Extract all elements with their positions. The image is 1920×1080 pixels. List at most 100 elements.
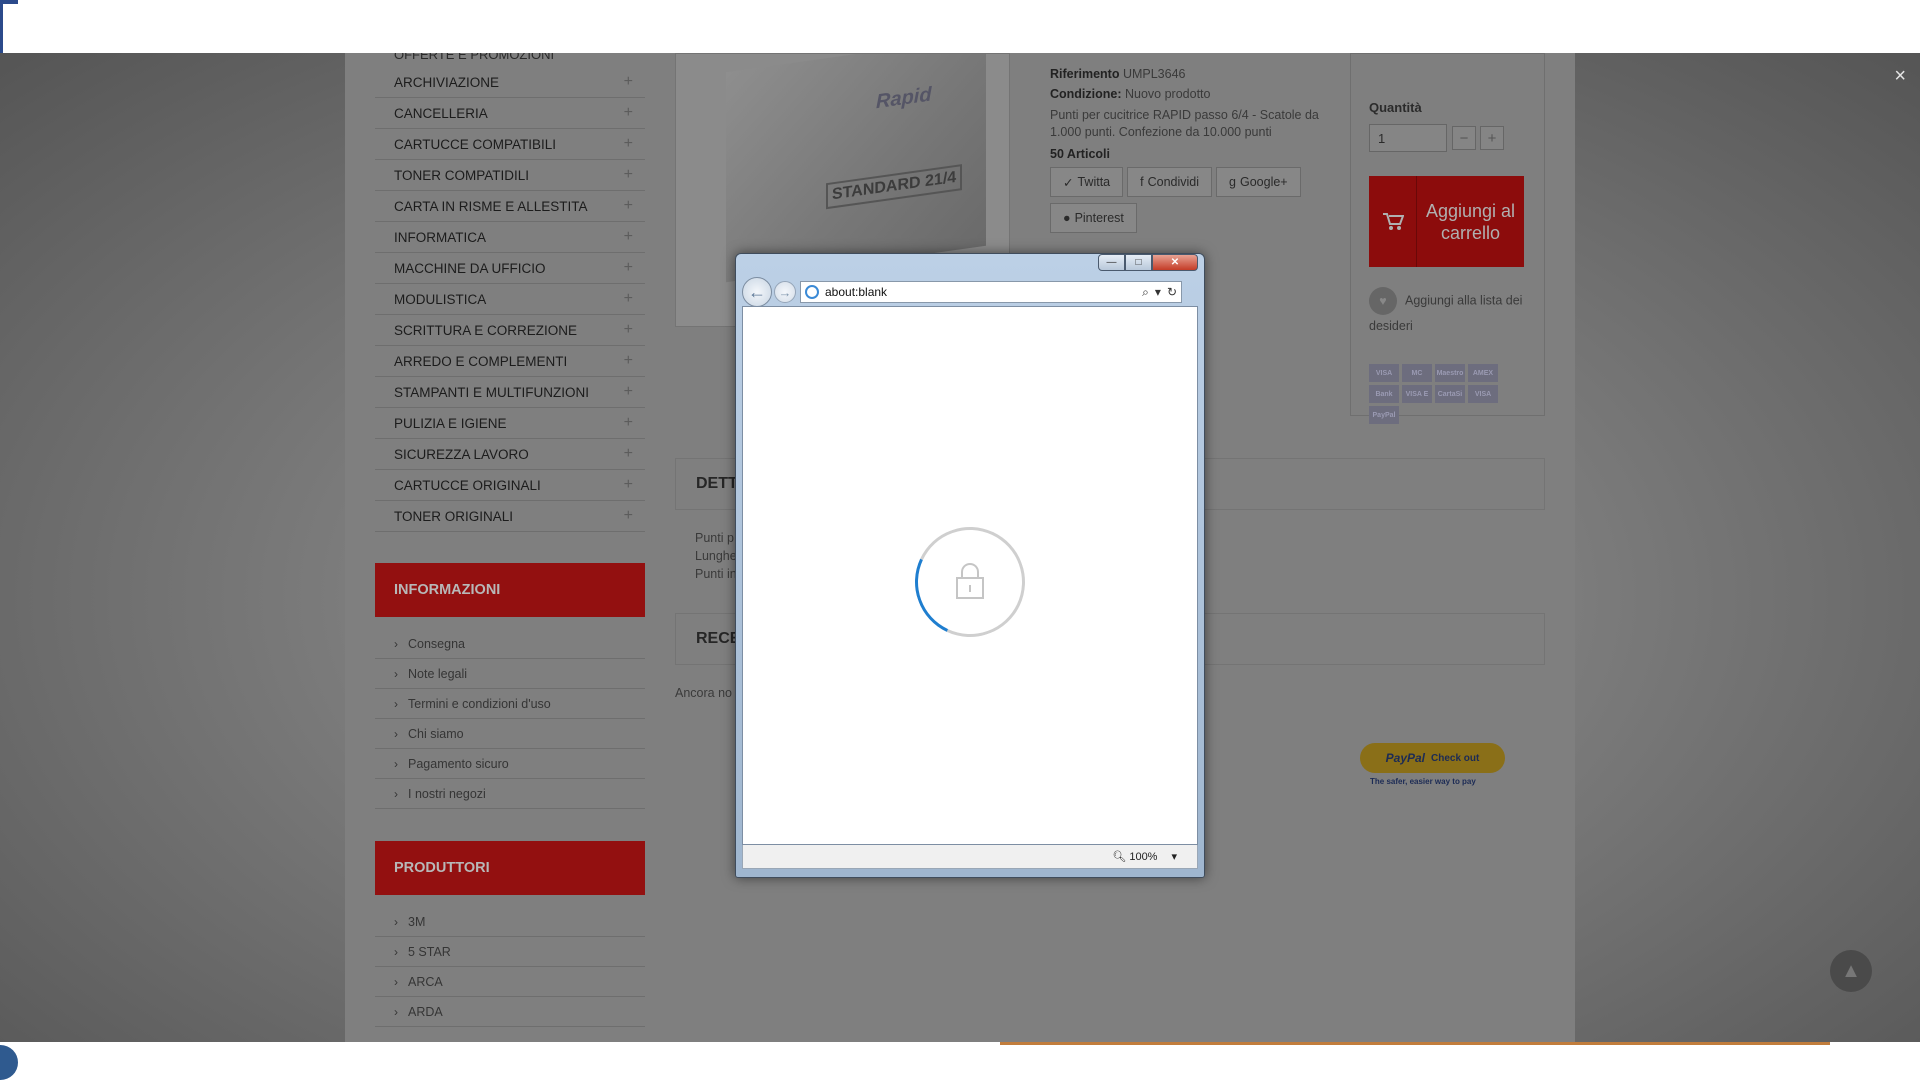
menu-item[interactable]: CARTUCCE ORIGINALI + (375, 470, 645, 501)
reviews-empty-text: Ancora no (675, 686, 732, 700)
informazioni-list: › Consegna › Note legali › Termini e condizio… (375, 629, 645, 809)
menu-item[interactable]: ARREDO E COMPLEMENTI + (375, 346, 645, 377)
expand-plus-icon[interactable]: + (624, 445, 633, 463)
menu-item[interactable]: SICUREZZA LAVORO + (375, 439, 645, 470)
expand-plus-icon[interactable]: + (624, 259, 633, 277)
zoom-level[interactable]: 🔍︎ 100% (1112, 850, 1157, 863)
details-line: Lunghe (695, 549, 737, 563)
twitter-button[interactable]: ✓ Twitta (1050, 167, 1124, 197)
dropdown-icon[interactable]: ▾ (1155, 285, 1161, 300)
maximize-button[interactable]: □ (1125, 254, 1152, 271)
informazioni-title[interactable]: INFORMAZIONI (375, 563, 645, 617)
menu-item-label: CARTUCCE ORIGINALI (394, 477, 541, 493)
close-button[interactable]: ✕ (1152, 254, 1198, 271)
pinterest-button[interactable]: ● Pinterest (1050, 203, 1137, 233)
menu-item[interactable]: ARCHIVIAZIONE + (375, 67, 645, 98)
side-link[interactable]: › ARDA (375, 997, 645, 1027)
riferimento-row: Riferimento UMPL3646 (1050, 67, 1350, 81)
page-viewport[interactable] (742, 306, 1198, 845)
navigation-bar: ← → about:blank ⌕ ▾ ↻ (742, 276, 1200, 308)
quantity-plus-button[interactable]: + (1480, 126, 1504, 150)
details-line: Punti p (695, 531, 734, 545)
paypal-checkout-button[interactable]: PayPal Check out (1360, 743, 1505, 773)
quantity-input[interactable]: 1 (1369, 124, 1447, 152)
side-link-label: I nostri negozi (408, 786, 486, 801)
facebook-button[interactable]: f Condividi (1127, 167, 1213, 197)
forward-button[interactable]: → (774, 281, 796, 303)
side-link[interactable]: › Chi siamo (375, 719, 645, 749)
menu-item[interactable]: CARTA IN RISME E ALLESTITA + (375, 191, 645, 222)
side-link-label: 3M (408, 914, 426, 929)
expand-plus-icon[interactable]: + (624, 197, 633, 215)
payment-card-icon: VISA (1468, 385, 1498, 403)
expand-plus-icon[interactable]: + (624, 383, 633, 401)
side-link[interactable]: › 5 STAR (375, 937, 645, 967)
refresh-icon[interactable]: ↻ (1167, 285, 1177, 300)
bottom-taskbar-strip (0, 1042, 1920, 1080)
search-icon[interactable]: ⌕ (1142, 285, 1149, 300)
back-button[interactable]: ← (742, 277, 772, 307)
category-menu: OFFERTE E PROMOZIONI ARCHIVIAZIONE + CANCE… (375, 53, 645, 1027)
side-link[interactable]: › ARCA (375, 967, 645, 997)
menu-item[interactable]: TONER ORIGINALI + (375, 501, 645, 532)
side-link[interactable]: › Termini e condizioni d'uso (375, 689, 645, 719)
payment-card-icon: Maestro (1435, 364, 1465, 382)
menu-item[interactable]: MODULISTICA + (375, 284, 645, 315)
expand-plus-icon[interactable]: + (624, 507, 633, 525)
menu-item[interactable]: MACCHINE DA UFFICIO + (375, 253, 645, 284)
add-to-cart-button[interactable]: Aggiungi al carrello (1369, 176, 1524, 267)
menu-item[interactable]: STAMPANTI E MULTIFUNZIONI + (375, 377, 645, 408)
expand-plus-icon[interactable]: + (624, 228, 633, 246)
side-link[interactable]: › 3M (375, 907, 645, 937)
expand-plus-icon[interactable]: + (624, 290, 633, 308)
stock-count: 50 Articoli (1050, 147, 1350, 161)
quantity-minus-button[interactable]: − (1452, 126, 1476, 150)
wishlist-link[interactable]: ♥ Aggiungi alla lista dei desideri (1369, 287, 1529, 337)
payment-card-icon: VISA (1369, 364, 1399, 382)
side-link[interactable]: › Note legali (375, 659, 645, 689)
menu-item[interactable]: SCRITTURA E CORREZIONE + (375, 315, 645, 346)
chevron-right-icon: › (394, 1004, 398, 1019)
expand-plus-icon[interactable]: + (624, 104, 633, 122)
taskbar-highlight (1000, 1042, 1830, 1045)
start-button[interactable] (0, 1045, 18, 1080)
zoom-value: 100% (1129, 851, 1158, 863)
expand-plus-icon[interactable]: + (624, 321, 633, 339)
address-bar[interactable]: about:blank ⌕ ▾ ↻ (800, 281, 1182, 303)
address-tools: ⌕ ▾ ↻ (1142, 285, 1177, 300)
expand-plus-icon[interactable]: + (624, 414, 633, 432)
expand-plus-icon[interactable]: + (624, 476, 633, 494)
side-link[interactable]: › I nostri negozi (375, 779, 645, 809)
condizione-value: Nuovo prodotto (1125, 87, 1211, 101)
produttori-title[interactable]: PRODUTTORI (375, 841, 645, 895)
google-plus-button[interactable]: g Google+ (1216, 167, 1301, 197)
riferimento-label: Riferimento (1050, 67, 1120, 81)
facebook-label: Condividi (1147, 175, 1200, 189)
menu-item[interactable]: INFORMATICA + (375, 222, 645, 253)
chevron-right-icon: › (394, 726, 398, 741)
menu-item[interactable]: CANCELLERIA + (375, 98, 645, 129)
zoom-dropdown-icon[interactable]: ▾ (1171, 850, 1177, 863)
scroll-to-top-button[interactable]: ▲ (1830, 950, 1872, 992)
expand-plus-icon[interactable]: + (624, 73, 633, 91)
expand-plus-icon[interactable]: + (624, 352, 633, 370)
menu-item-partial[interactable]: OFFERTE E PROMOZIONI (375, 53, 645, 67)
side-link[interactable]: › Consegna (375, 629, 645, 659)
details-text: Punti p Lunghe Punti in (695, 529, 737, 583)
menu-item[interactable]: CARTUCCE COMPATIBILI + (375, 129, 645, 160)
minimize-button[interactable]: — (1098, 254, 1125, 271)
heart-icon: ♥ (1369, 287, 1397, 315)
menu-item[interactable]: PULIZIA E IGIENE + (375, 408, 645, 439)
menu-item[interactable]: TONER COMPATIDILI + (375, 160, 645, 191)
paypal-logo: PayPal (1385, 751, 1426, 765)
overlay-close-button[interactable]: × (1894, 65, 1906, 88)
expand-plus-icon[interactable]: + (624, 166, 633, 184)
social-buttons: ✓ Twitta f Condividi g Google+ (1050, 167, 1350, 197)
ie-page-icon (805, 285, 819, 299)
side-link-label: ARDA (408, 1004, 443, 1019)
side-link[interactable]: › Pagamento sicuro (375, 749, 645, 779)
expand-plus-icon[interactable]: + (624, 135, 633, 153)
cart-icon (1369, 176, 1417, 267)
top-white-strip (0, 0, 1920, 53)
menu-item-label: PULIZIA E IGIENE (394, 415, 507, 431)
